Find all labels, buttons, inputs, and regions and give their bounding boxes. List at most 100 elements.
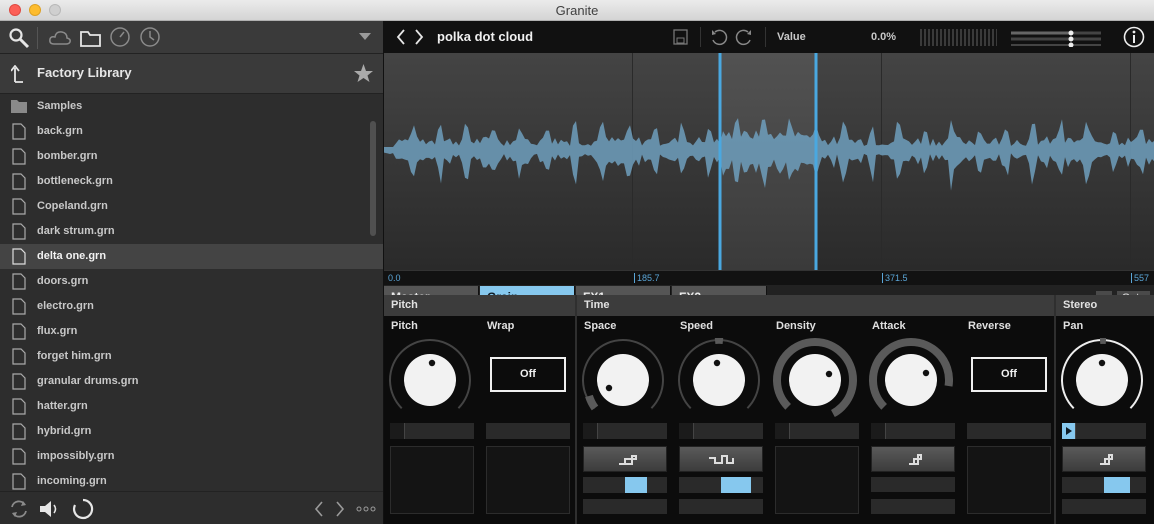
reverse-toggle[interactable]: Off	[971, 357, 1047, 392]
next-preset-icon[interactable]	[414, 29, 424, 45]
list-item[interactable]: doors.grn	[0, 269, 383, 294]
attack-knob[interactable]	[869, 338, 953, 422]
density-mod-slider[interactable]	[775, 423, 859, 439]
list-item-selected[interactable]: delta one.grn	[0, 244, 383, 269]
pan-knob[interactable]	[1060, 338, 1144, 422]
redo-icon[interactable]	[735, 28, 753, 46]
section-time: Time	[577, 295, 1054, 316]
space-sequencer-bar[interactable]	[583, 477, 667, 493]
info-icon[interactable]	[1123, 26, 1145, 48]
sidebar-footer	[0, 491, 383, 524]
toolbar-divider	[37, 27, 38, 49]
list-item[interactable]: Copeland.grn	[0, 194, 383, 219]
list-item-label: bomber.grn	[37, 150, 98, 162]
pan-mod-slider[interactable]	[1062, 423, 1146, 439]
cloud-icon[interactable]	[48, 28, 72, 48]
pan-sequencer-track[interactable]	[1062, 499, 1146, 514]
list-item-label: delta one.grn	[37, 250, 107, 262]
ruler-tick: 0.0	[388, 273, 401, 283]
density-control: Density	[769, 316, 865, 524]
gauge-icon[interactable]	[109, 26, 131, 48]
attack-sequencer-button[interactable]	[871, 446, 955, 472]
list-item-label: incoming.grn	[37, 475, 107, 487]
up-arrow-icon[interactable]	[11, 65, 25, 83]
chevron-down-icon[interactable]	[359, 33, 371, 41]
list-item[interactable]: bottleneck.grn	[0, 169, 383, 194]
window-titlebar: Granite	[0, 0, 1154, 21]
list-item[interactable]: dark strum.grn	[0, 219, 383, 244]
file-icon	[12, 223, 26, 240]
pan-sequencer-bar[interactable]	[1062, 477, 1146, 493]
space-mod-slider[interactable]	[583, 423, 667, 439]
list-scrollbar[interactable]	[370, 121, 376, 236]
ruler-tick: 371.5	[882, 273, 908, 283]
save-icon[interactable]	[673, 29, 689, 45]
file-icon	[12, 473, 26, 490]
search-icon[interactable]	[8, 27, 30, 49]
list-item[interactable]: flux.grn	[0, 319, 383, 344]
pitch-mod-box[interactable]	[390, 446, 474, 514]
waveform-display[interactable]	[384, 53, 1154, 270]
list-item[interactable]: hatter.grn	[0, 394, 383, 419]
chevron-right-icon[interactable]	[335, 501, 345, 517]
window-title: Granite	[555, 3, 599, 18]
more-icon[interactable]	[356, 506, 376, 512]
clock-icon[interactable]	[139, 26, 161, 48]
file-icon	[12, 248, 26, 265]
chevron-left-icon[interactable]	[314, 501, 324, 517]
attack-mod-slider[interactable]	[871, 423, 955, 439]
file-icon	[12, 173, 26, 190]
wrap-mod-box[interactable]	[486, 446, 570, 514]
space-sequencer-track[interactable]	[583, 499, 667, 514]
file-icon	[12, 373, 26, 390]
speed-knob[interactable]	[677, 338, 761, 422]
refresh-icon[interactable]	[8, 498, 30, 520]
density-mod-box[interactable]	[775, 446, 859, 514]
folder-icon	[11, 100, 27, 113]
control-label: Reverse	[968, 320, 1011, 332]
value-label: Value	[777, 31, 806, 43]
volume-slider[interactable]	[1009, 27, 1103, 47]
control-label: Pan	[1063, 320, 1084, 332]
speed-mod-slider[interactable]	[679, 423, 763, 439]
control-label: Wrap	[487, 320, 515, 332]
library-title: Factory Library	[37, 65, 132, 80]
play-icon	[1066, 427, 1072, 435]
reverse-mod-box[interactable]	[967, 446, 1051, 514]
list-item[interactable]: impossibly.grn	[0, 444, 383, 469]
toolbar-divider	[765, 27, 766, 47]
space-knob[interactable]	[581, 338, 665, 422]
library-sidebar: Factory Library Samples back.grn bomber.…	[0, 21, 383, 524]
reverse-mod-slider[interactable]	[967, 423, 1051, 439]
speed-sequencer-button[interactable]	[679, 446, 763, 472]
speed-sequencer-bar[interactable]	[679, 477, 763, 493]
prev-preset-icon[interactable]	[396, 29, 406, 45]
space-sequencer-button[interactable]	[583, 446, 667, 472]
list-item[interactable]: back.grn	[0, 119, 383, 144]
list-item[interactable]: bomber.grn	[0, 144, 383, 169]
list-item[interactable]: forget him.grn	[0, 344, 383, 369]
attack-sequencer-bar[interactable]	[871, 477, 955, 492]
list-item[interactable]: electro.grn	[0, 294, 383, 319]
speed-control: Speed	[673, 316, 769, 524]
folder-icon[interactable]	[79, 28, 103, 48]
pitch-knob[interactable]	[388, 338, 472, 422]
speaker-icon[interactable]	[38, 498, 62, 520]
speed-sequencer-track[interactable]	[679, 499, 763, 514]
pitch-control: Pitch	[384, 316, 480, 524]
wrap-toggle[interactable]: Off	[490, 357, 566, 392]
density-knob[interactable]	[773, 338, 857, 422]
preset-name: polka dot cloud	[437, 29, 534, 44]
wrap-mod-slider[interactable]	[486, 423, 570, 439]
list-item[interactable]: granular drums.grn	[0, 369, 383, 394]
pitch-mod-slider[interactable]	[390, 423, 474, 439]
attack-sequencer-track[interactable]	[871, 499, 955, 514]
space-control: Space	[577, 316, 673, 524]
list-item[interactable]: hybrid.grn	[0, 419, 383, 444]
star-icon[interactable]	[353, 63, 374, 83]
list-item[interactable]: incoming.grn	[0, 469, 383, 491]
list-item-folder[interactable]: Samples	[0, 94, 383, 119]
pan-sequencer-button[interactable]	[1062, 446, 1146, 472]
step-pattern-icon	[709, 455, 734, 464]
undo-icon[interactable]	[710, 28, 728, 46]
